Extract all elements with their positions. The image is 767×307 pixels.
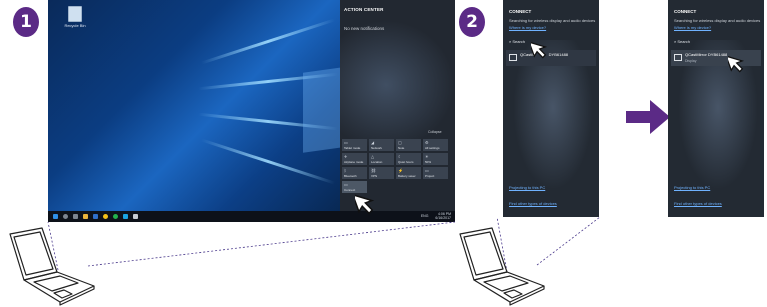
device-name: QCastMirror DYB61488 <box>685 52 728 57</box>
projecting-to-this-pc-link[interactable]: Projecting to this PC <box>509 185 545 190</box>
where-is-my-device-link[interactable]: Where is my device? <box>509 25 546 30</box>
connector-lines <box>47 216 601 273</box>
next-step-arrow-icon <box>626 100 670 134</box>
laptop-illustration <box>459 227 545 306</box>
mouse-cursor-icon <box>531 41 548 59</box>
device-list-item[interactable]: QCastM DYB61488 <box>506 50 596 66</box>
where-is-my-device-link[interactable]: Where is my device? <box>674 25 711 30</box>
search-row[interactable]: ⌕ Search <box>509 39 525 44</box>
monitor-icon <box>509 54 517 61</box>
connect-subtitle: Searching for wireless display and audio… <box>674 18 761 23</box>
find-other-devices-link[interactable]: Find other types of devices <box>674 201 722 206</box>
projecting-to-this-pc-link[interactable]: Projecting to this PC <box>674 185 710 190</box>
connect-panel-step3: CONNECT Searching for wireless display a… <box>668 0 764 217</box>
connect-subtitle: Searching for wireless display and audio… <box>509 18 596 23</box>
device-type: Display <box>685 59 697 63</box>
find-other-devices-link[interactable]: Find other types of devices <box>509 201 557 206</box>
search-label: Search <box>512 39 526 44</box>
mouse-cursor-icon <box>728 55 745 73</box>
connect-panel-step2: CONNECT Searching for wireless display a… <box>503 0 599 217</box>
connect-title: CONNECT <box>674 9 697 14</box>
connect-title: CONNECT <box>509 9 532 14</box>
laptop-illustration <box>9 227 95 306</box>
search-row[interactable]: ⌕ Search <box>674 39 690 44</box>
monitor-icon <box>674 54 682 61</box>
search-label: Search <box>677 39 691 44</box>
